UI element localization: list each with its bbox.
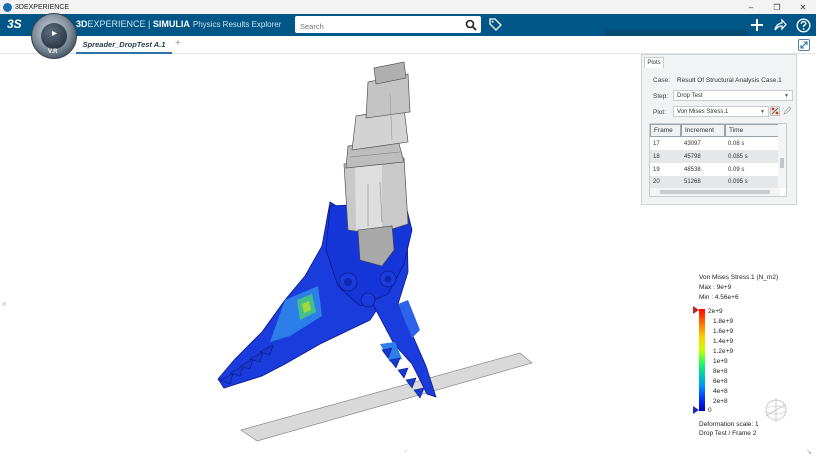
app-window: 3DEXPERIENCE – ❐ ✕ 3S 3DEXPERIENCE | SIM… bbox=[0, 0, 816, 459]
app-name: Physics Results Explorer bbox=[192, 20, 282, 29]
compass-play-icon[interactable]: ▸ bbox=[52, 28, 57, 39]
legend-title: Von Mises Stress.1 (N_m2) bbox=[699, 274, 779, 281]
tab-bar: Spreader_DropTest A.1 + bbox=[0, 36, 816, 54]
brand-title: 3DEXPERIENCE | SIMULIA Physics Results Ex… bbox=[76, 19, 281, 29]
compass-label: V.R bbox=[48, 49, 58, 55]
table-vertical-scrollbar[interactable] bbox=[778, 124, 786, 188]
legend-max: Max : 9e+9 bbox=[699, 284, 732, 291]
cell-time: 0.095 s bbox=[728, 179, 748, 185]
frames-table: Frame Increment Time 17 43097 0.08 s 18 … bbox=[649, 123, 787, 197]
os-title-bar: 3DEXPERIENCE – ❐ ✕ bbox=[0, 0, 816, 14]
cell-increment: 43097 bbox=[684, 140, 701, 147]
column-frame[interactable]: Frame bbox=[650, 124, 681, 137]
resize-grip-icon[interactable]: ↘ bbox=[806, 448, 812, 456]
brand-experience: EXPERIENCE bbox=[87, 19, 146, 29]
compass-icon[interactable]: ▸ V.R bbox=[31, 13, 77, 59]
max-marker-icon[interactable] bbox=[693, 306, 700, 314]
legend-tick: 0 bbox=[708, 407, 712, 414]
min-marker-icon[interactable] bbox=[693, 406, 700, 414]
chevron-down-icon: ▼ bbox=[760, 109, 765, 115]
search-box[interactable] bbox=[295, 16, 481, 36]
cell-frame: 20 bbox=[653, 179, 660, 185]
brand-separator: | bbox=[145, 19, 153, 29]
scroll-thumb[interactable] bbox=[660, 190, 770, 194]
plot-dropdown[interactable]: Von Mises Stress.1 ▼ bbox=[673, 106, 769, 117]
case-value: Result Of Structural Analysis Case.1 bbox=[677, 77, 782, 84]
case-label: Case: bbox=[653, 77, 670, 84]
step-row: Step: bbox=[653, 93, 669, 100]
cell-time: 0.085 s bbox=[728, 153, 748, 160]
plot-settings-icon[interactable] bbox=[770, 106, 780, 118]
cell-increment: 45798 bbox=[684, 153, 701, 160]
restore-button[interactable]: ❐ bbox=[764, 0, 790, 14]
cell-increment: 48538 bbox=[684, 166, 701, 173]
cell-time: 0.08 s bbox=[728, 140, 745, 147]
axis-triad-icon[interactable] bbox=[762, 396, 790, 426]
help-icon[interactable] bbox=[794, 16, 812, 34]
fullscreen-icon[interactable] bbox=[798, 39, 810, 51]
brand-simulia: SIMULIA bbox=[152, 19, 190, 29]
cell-frame: 18 bbox=[653, 153, 660, 160]
ds-logo-icon[interactable]: 3S bbox=[7, 17, 22, 31]
column-time[interactable]: Time bbox=[725, 124, 780, 137]
column-increment[interactable]: Increment bbox=[681, 124, 725, 137]
plots-panel: Plots Case: Result Of Structural Analysi… bbox=[641, 54, 797, 205]
step-label: Step: bbox=[653, 93, 669, 100]
legend-tick: 2e+8 bbox=[713, 398, 728, 405]
table-header: Frame Increment Time bbox=[650, 124, 780, 137]
add-tab-button[interactable]: + bbox=[175, 38, 181, 49]
legend-tick: 1.6e+9 bbox=[713, 328, 734, 335]
table-row[interactable]: 18 45798 0.085 s bbox=[650, 150, 780, 163]
step-value: Drop Test bbox=[677, 92, 703, 99]
legend-min: Min : 4.56e+6 bbox=[699, 294, 739, 301]
legend-tick: 1.4e+9 bbox=[713, 338, 734, 345]
deformation-scale: Deformation scale: 1 bbox=[699, 421, 759, 428]
cell-increment: 51268 bbox=[684, 179, 701, 185]
minimize-button[interactable]: – bbox=[738, 0, 764, 14]
chevron-down-icon: ▼ bbox=[784, 93, 789, 99]
window-controls: – ❐ ✕ bbox=[738, 0, 816, 14]
legend-tick: 6e+8 bbox=[713, 378, 728, 385]
frame-info: Drop Test / Frame 2 bbox=[699, 430, 757, 437]
legend-tick: 1e+9 bbox=[713, 358, 728, 365]
bottom-panel-handle-icon[interactable]: ⌃ bbox=[403, 450, 408, 457]
tab-spreader-droptest[interactable]: Spreader_DropTest A.1 bbox=[76, 36, 172, 54]
plot-label: Plot: bbox=[653, 109, 667, 116]
scroll-thumb[interactable] bbox=[780, 158, 784, 168]
close-button[interactable]: ✕ bbox=[790, 0, 816, 14]
legend-tick: 1.2e+9 bbox=[713, 348, 734, 355]
legend-tick: 4e+8 bbox=[713, 388, 728, 395]
step-dropdown[interactable]: Drop Test ▼ bbox=[673, 90, 793, 101]
table-row[interactable]: 17 43097 0.08 s bbox=[650, 137, 780, 150]
edit-icon[interactable] bbox=[783, 106, 792, 117]
brand-3d: 3D bbox=[76, 19, 88, 29]
table-row[interactable]: 19 48538 0.09 s bbox=[650, 163, 780, 176]
plot-value: Von Mises Stress.1 bbox=[677, 108, 729, 115]
search-input[interactable] bbox=[295, 18, 455, 35]
cell-time: 0.09 s bbox=[728, 166, 745, 173]
share-icon[interactable] bbox=[771, 16, 789, 34]
legend-color-bar bbox=[699, 309, 705, 411]
cell-frame: 19 bbox=[653, 166, 660, 173]
table-horizontal-scrollbar[interactable] bbox=[650, 188, 780, 196]
window-title: 3DEXPERIENCE bbox=[15, 3, 70, 11]
cell-frame: 17 bbox=[653, 140, 660, 147]
tag-icon[interactable] bbox=[488, 17, 502, 36]
app-icon bbox=[3, 2, 12, 12]
legend-tick: 1.8e+9 bbox=[713, 318, 734, 325]
search-icon[interactable] bbox=[465, 18, 477, 36]
case-row: Case: Result Of Structural Analysis Case… bbox=[653, 77, 782, 84]
plot-row: Plot: bbox=[653, 109, 669, 116]
tab-plots[interactable]: Plots bbox=[644, 57, 664, 68]
legend-tick: 2e+9 bbox=[708, 308, 723, 315]
add-icon[interactable] bbox=[748, 16, 766, 34]
legend-tick: 8e+8 bbox=[713, 368, 728, 375]
